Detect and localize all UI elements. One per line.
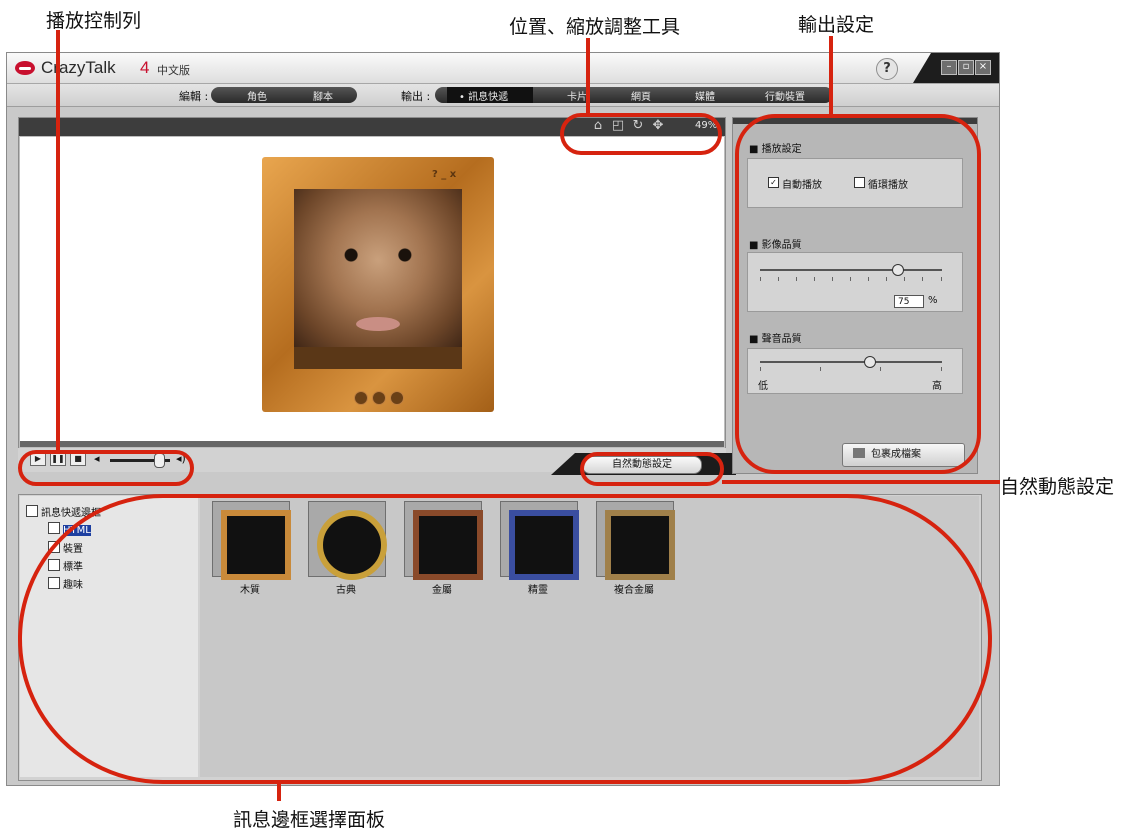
- wood-message-frame: ? _ x: [262, 157, 494, 412]
- callout-position-zoom-tools: 位置、縮放調整工具: [509, 16, 681, 38]
- edit-tab-character[interactable]: 角色: [247, 88, 267, 103]
- ring-position-tools: [560, 113, 722, 155]
- title-bar: CrazyTalk 4 中文版 ? – ▫ ×: [7, 53, 999, 84]
- callout-frame-selection-panel: 訊息邊框選擇面板: [233, 809, 386, 831]
- ring-natural-motion: [580, 452, 724, 486]
- output-tab-im-label: 訊息快遞: [468, 92, 509, 103]
- leader-output-settings: [829, 36, 833, 116]
- app-name: CrazyTalk: [41, 58, 116, 77]
- character-face-image: [294, 189, 462, 347]
- leader-playback: [56, 30, 60, 451]
- folder-icon: [48, 522, 60, 534]
- restore-icon[interactable]: ▫: [958, 60, 974, 75]
- output-tab-media[interactable]: 媒體: [695, 88, 715, 103]
- ring-playback-bar: [18, 450, 194, 486]
- help-button[interactable]: ?: [876, 58, 898, 80]
- output-tab-web[interactable]: 網頁: [631, 88, 651, 103]
- leader-frame-panel: [277, 783, 281, 801]
- ring-frame-panel: [18, 494, 992, 784]
- leader-natural-motion: [722, 480, 1000, 484]
- output-label: 輸出 :: [401, 90, 431, 103]
- leader-position-tools: [586, 38, 590, 114]
- folder-icon: [26, 505, 38, 517]
- frame-viewport: [294, 189, 462, 369]
- frame-play-icon[interactable]: [354, 391, 368, 405]
- frame-stop-icon[interactable]: [390, 391, 404, 405]
- edit-label: 編輯 :: [179, 90, 209, 103]
- crazytalk-logo-icon: [15, 61, 35, 75]
- callout-natural-motion: 自然動態設定: [1000, 476, 1115, 498]
- edit-tab-script[interactable]: 腳本: [313, 88, 333, 103]
- preview-canvas[interactable]: ? _ x: [20, 137, 724, 441]
- app-version: 4: [140, 58, 150, 77]
- minimize-icon[interactable]: –: [941, 60, 957, 75]
- callout-output-settings: 輸出設定: [798, 14, 875, 36]
- output-tab-mobile[interactable]: 行動裝置: [765, 88, 805, 103]
- frame-controls: ? _ x: [432, 169, 457, 180]
- callout-playback-bar: 播放控制列: [46, 10, 142, 32]
- frame-pause-icon[interactable]: [372, 391, 386, 405]
- output-tab-card[interactable]: 卡片: [567, 88, 587, 103]
- mode-menubar: 編輯 : 角色 腳本 輸出 : • 訊息快遞 卡片 網頁 媒體 行動裝置: [7, 84, 999, 107]
- ring-output-settings: [735, 114, 981, 474]
- preview-panel: ⌂ ◰ ↻ ✥ 49% ? _ x: [18, 117, 726, 449]
- output-tab-im[interactable]: • 訊息快遞: [459, 88, 508, 103]
- edit-mode-pill: [211, 87, 357, 103]
- close-icon[interactable]: ×: [975, 60, 991, 75]
- timeline-scrubber[interactable]: [20, 441, 724, 447]
- app-edition: 中文版: [157, 64, 190, 77]
